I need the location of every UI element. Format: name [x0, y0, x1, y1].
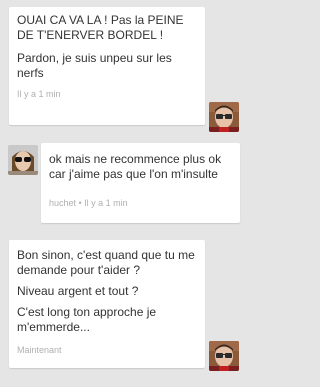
- avatar[interactable]: [8, 145, 38, 175]
- chat-thread: OUAI CA VA LA ! Pas la PEINE DE T'ENERVE…: [0, 0, 249, 387]
- message-text: ok mais ne recommence plus ok car j'aime…: [49, 152, 222, 181]
- message-timestamp: Maintenant: [17, 345, 62, 355]
- message-author-timestamp: huchet • Il y a 1 min: [49, 198, 128, 208]
- message-bubble: OUAI CA VA LA ! Pas la PEINE DE T'ENERVE…: [9, 7, 205, 125]
- avatar[interactable]: [209, 341, 239, 371]
- avatar-man-glasses-icon: [209, 341, 239, 371]
- message-timestamp: Il y a 1 min: [17, 89, 61, 99]
- message-text: Pardon, je suis unpeu sur les nerfs: [17, 51, 172, 80]
- avatar[interactable]: [209, 102, 239, 132]
- message-text: C'est long ton approche je m'emmerde...: [17, 305, 157, 334]
- message-text: OUAI CA VA LA ! Pas la PEINE DE T'ENERVE…: [17, 13, 184, 42]
- message-bubble: ok mais ne recommence plus ok car j'aime…: [41, 143, 240, 223]
- message-bubble: Bon sinon, c'est quand que tu me demande…: [9, 240, 205, 368]
- message-text: Bon sinon, c'est quand que tu me demande…: [17, 248, 195, 277]
- avatar-woman-sunglasses-icon: [8, 145, 38, 175]
- message-text: Niveau argent et tout ?: [17, 284, 139, 298]
- avatar-man-glasses-icon: [209, 102, 239, 132]
